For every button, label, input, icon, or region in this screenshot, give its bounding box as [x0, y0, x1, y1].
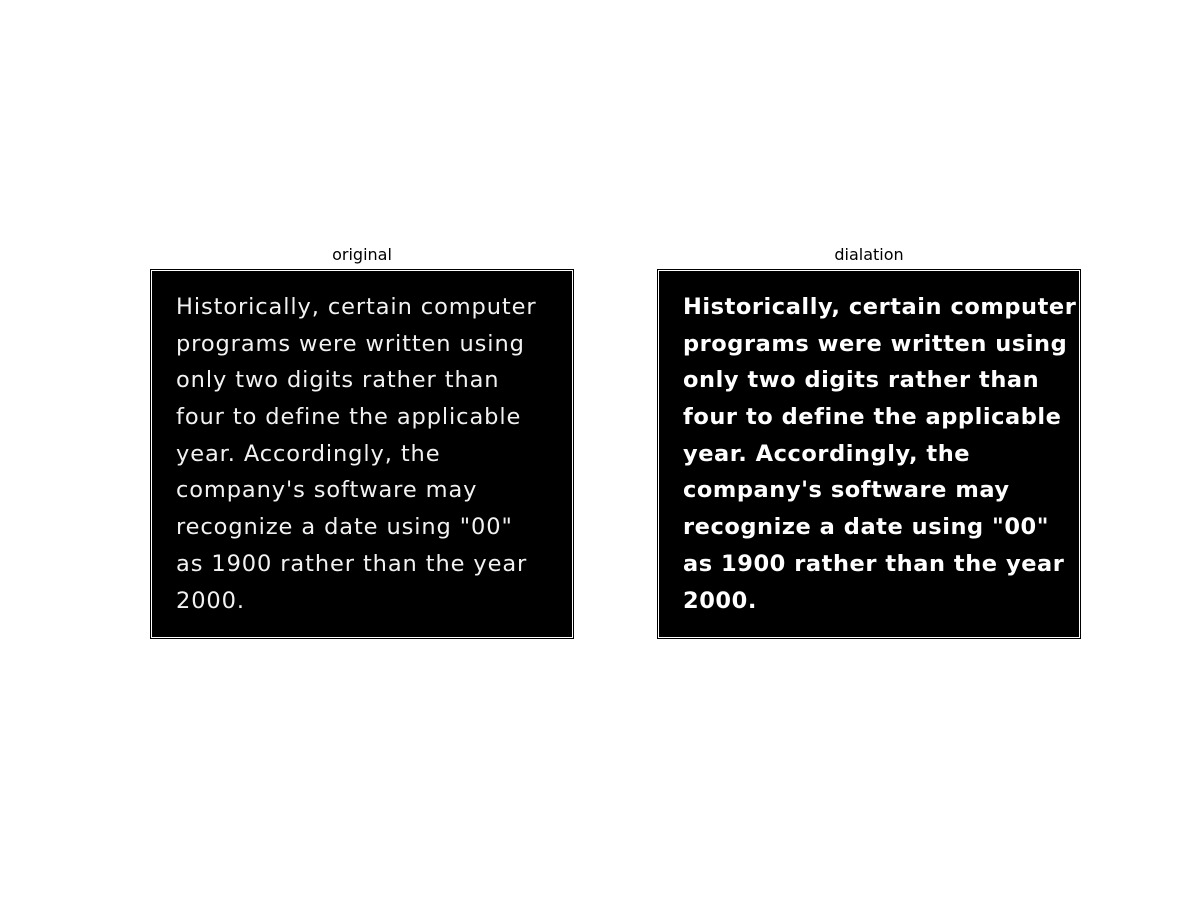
dilation-text-line: four to define the applicable — [683, 404, 1062, 431]
dilation-text-line: programs were written using — [683, 330, 1068, 357]
original-text-line: as 1900 rather than the year — [176, 550, 528, 577]
dilation-text-line: company's software may — [683, 477, 1010, 504]
original-text-line: year. Accordingly, the — [176, 440, 441, 467]
dilation-text-block: Historically, certain computer programs … — [683, 289, 1076, 619]
original-image: Historically, certain computer programs … — [152, 271, 572, 637]
original-text-line: Historically, certain computer — [176, 294, 537, 320]
original-text-line: four to define the applicable — [176, 404, 522, 431]
dilation-text-line: year. Accordingly, the — [683, 440, 971, 467]
original-title: original — [332, 245, 392, 264]
original-text-line: 2000. — [176, 587, 245, 614]
dilation-text-line: 2000. — [683, 587, 757, 614]
dilation-text-line: only two digits rather than — [683, 367, 1040, 394]
original-panel: original Historically, certain computer … — [150, 244, 574, 639]
dilation-text-line: Historically, certain computer — [683, 294, 1077, 320]
dilation-text-line: recognize a date using "00" — [683, 514, 1050, 541]
original-text-line: only two digits rather than — [176, 367, 500, 394]
dilation-text-line: as 1900 rather than the year — [683, 550, 1065, 577]
dilation-image: Historically, certain computer programs … — [659, 271, 1079, 637]
original-text-block: Historically, certain computer programs … — [176, 289, 537, 619]
original-text-line: company's software may — [176, 477, 478, 504]
dilation-title: dialation — [834, 245, 904, 264]
original-text-line: programs were written using — [176, 330, 525, 357]
original-text-line: recognize a date using "00" — [176, 514, 513, 541]
dilation-panel: dialation Historically, certain computer… — [657, 244, 1081, 639]
dilation-image-frame: Historically, certain computer programs … — [657, 269, 1081, 639]
original-image-frame: Historically, certain computer programs … — [150, 269, 574, 639]
